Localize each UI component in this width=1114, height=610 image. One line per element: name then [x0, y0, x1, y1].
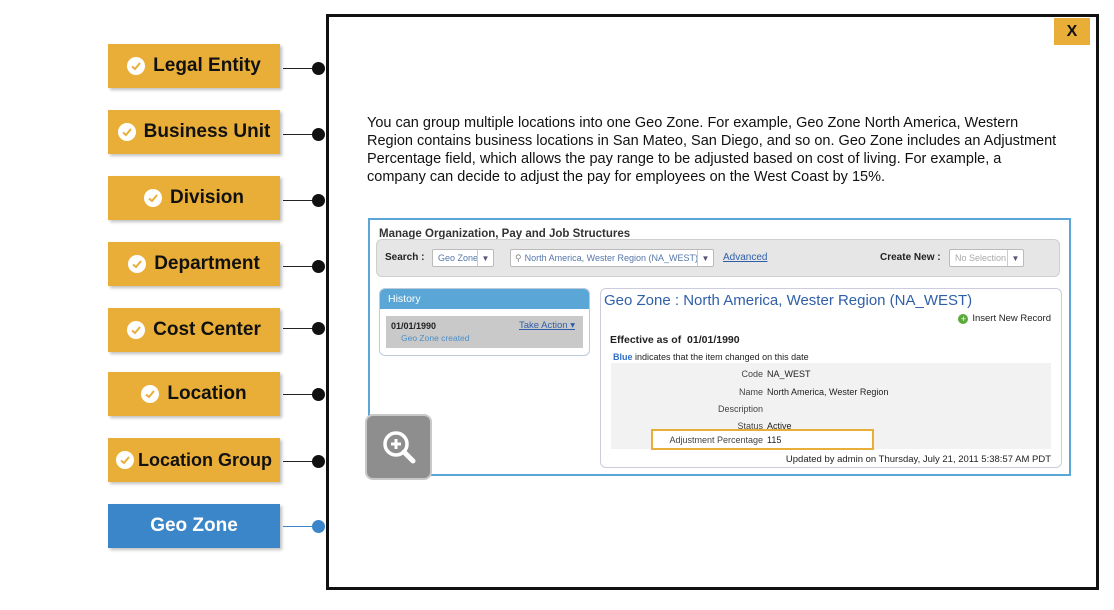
history-panel: History 01/01/1990 Take Action ▾ Geo Zon… [379, 288, 590, 356]
close-button[interactable]: X [1054, 18, 1090, 45]
nav-item-location[interactable]: Location [108, 372, 280, 416]
nav-item-legal-entity[interactable]: Legal Entity [108, 44, 280, 88]
connector-line [283, 260, 325, 273]
search-icon: ⚲ [515, 252, 522, 263]
connector-dot [312, 322, 325, 335]
create-new-label: Create New : [880, 252, 941, 263]
search-bar: Search : Geo Zone ▼ ⚲ North America, Wes… [376, 239, 1060, 277]
fields-grid: Code NA_WEST Name North America, Wester … [611, 363, 1051, 450]
history-row[interactable]: 01/01/1990 Take Action ▾ Geo Zone create… [386, 316, 583, 348]
history-heading: History [380, 289, 589, 309]
nav-item-department[interactable]: Department [108, 242, 280, 286]
zoom-button[interactable] [365, 414, 432, 480]
history-note: Geo Zone created [401, 333, 470, 343]
nav-item-label: Location Group [138, 449, 272, 470]
nav-item-label: Cost Center [153, 319, 261, 340]
chevron-down-icon: ▼ [1007, 250, 1023, 266]
check-circle-icon [141, 385, 160, 403]
updated-text: Updated by admin on Thursday, July 21, 2… [785, 454, 1051, 465]
nav-item-label: Department [154, 253, 260, 274]
description-label: Description [717, 404, 763, 414]
code-value: NA_WEST [767, 369, 811, 379]
nav-item-label: Business Unit [143, 121, 271, 142]
take-action-link[interactable]: Take Action ▾ [519, 320, 575, 331]
nav-item-division[interactable]: Division [108, 176, 280, 220]
chevron-down-icon: ▼ [697, 250, 713, 266]
check-circle-icon [128, 255, 147, 273]
connector-line [283, 194, 325, 207]
create-new-select[interactable]: No Selection ▼ [949, 249, 1024, 267]
connector-line [283, 128, 325, 141]
effective-date: Effective as of 01/01/1990 [610, 334, 740, 346]
code-label: Code [741, 369, 763, 379]
search-value: North America, Wester Region (NA_WEST) [524, 253, 698, 263]
insert-label: Insert New Record [972, 313, 1051, 324]
search-type-value: Geo Zone [438, 253, 479, 263]
nav-item-cost-center[interactable]: Cost Center [108, 308, 280, 352]
app-screenshot: Manage Organization, Pay and Job Structu… [368, 218, 1071, 476]
check-circle-icon [127, 57, 146, 75]
adjustment-value: 115 [767, 435, 782, 445]
connector-dot [312, 455, 325, 468]
nav-item-label: Geo Zone [150, 515, 238, 536]
check-circle-icon [117, 123, 136, 141]
name-label: Name [738, 387, 763, 397]
blue-legend-note: Blue indicates that the item changed on … [613, 352, 809, 362]
search-type-select[interactable]: Geo Zone ▼ [432, 249, 494, 267]
check-circle-icon [116, 451, 134, 469]
connector-line [283, 455, 325, 468]
search-label: Search : [385, 252, 425, 263]
advanced-link[interactable]: Advanced [723, 252, 767, 263]
nav-item-label: Division [170, 187, 244, 208]
plus-icon: + [958, 313, 969, 324]
geo-zone-title: Geo Zone : North America, Wester Region … [604, 292, 973, 309]
nav-item-label: Legal Entity [153, 55, 261, 76]
intro-text: You can group multiple locations into on… [367, 115, 1057, 185]
nav-item-business-unit[interactable]: Business Unit [108, 110, 280, 154]
connector-dot [312, 260, 325, 273]
connector-line [283, 388, 325, 401]
details-panel: Geo Zone : North America, Wester Region … [600, 288, 1062, 468]
zoom-in-icon [382, 431, 415, 464]
search-value-select[interactable]: ⚲ North America, Wester Region (NA_WEST)… [510, 249, 714, 267]
adjustment-label: Adjustment Percentage [669, 435, 763, 445]
content-panel: X You can group multiple locations into … [326, 14, 1099, 590]
nav-item-geo-zone[interactable]: Geo Zone [108, 504, 280, 548]
connector-dot [312, 128, 325, 141]
connector-line [283, 62, 325, 75]
create-new-value: No Selection [955, 253, 1007, 263]
insert-new-record-button[interactable]: + Insert New Record [958, 313, 1051, 324]
connector-dot [312, 388, 325, 401]
connector-dot [312, 194, 325, 207]
connector-line [283, 520, 325, 533]
check-circle-icon [127, 321, 146, 339]
connector-dot [312, 62, 325, 75]
history-date: 01/01/1990 [391, 321, 437, 331]
connector-line [283, 322, 325, 335]
name-value: North America, Wester Region [767, 387, 889, 397]
nav-item-label: Location [167, 383, 247, 404]
check-circle-icon [144, 189, 163, 207]
connector-dot [312, 520, 325, 533]
chevron-down-icon: ▼ [477, 250, 493, 266]
nav-item-location-group[interactable]: Location Group [108, 438, 280, 482]
